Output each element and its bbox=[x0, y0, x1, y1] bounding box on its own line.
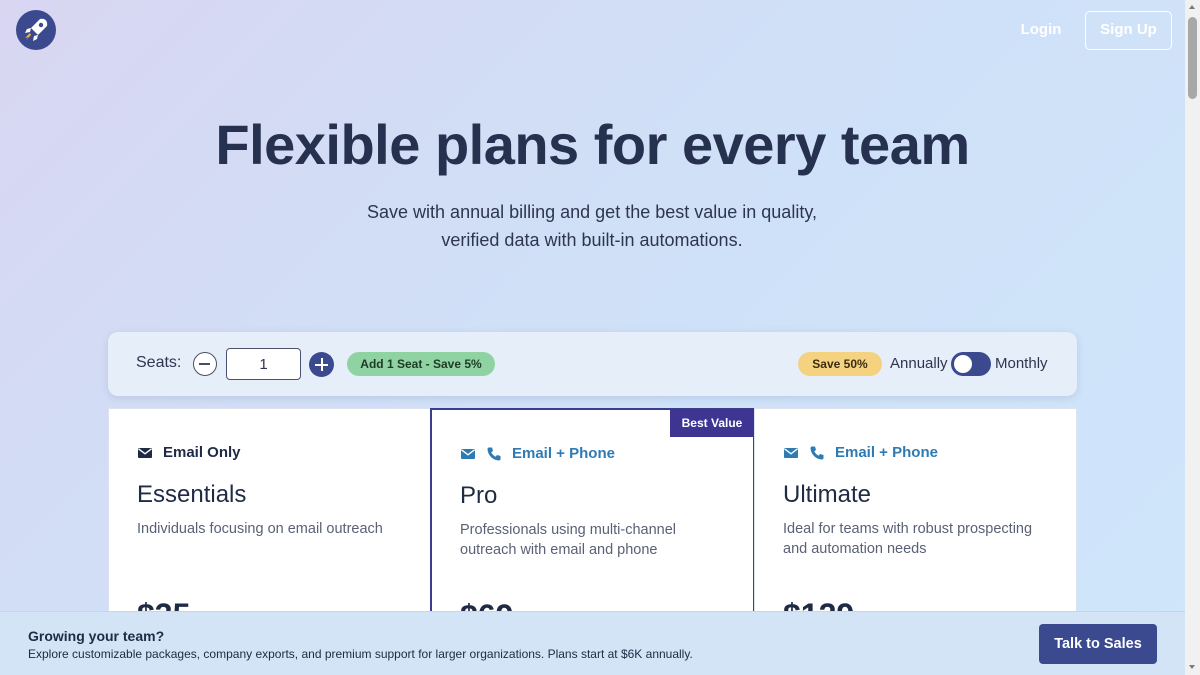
envelope-icon bbox=[784, 447, 798, 458]
save-badge: Save 50% bbox=[798, 352, 882, 376]
add-seat-badge[interactable]: Add 1 Seat - Save 5% bbox=[347, 352, 495, 376]
phone-icon bbox=[810, 446, 824, 459]
pricing-controls-bar: Seats: Add 1 Seat - Save 5% Save 50% Ann… bbox=[108, 332, 1077, 396]
best-value-badge: Best Value bbox=[670, 409, 754, 437]
plan-channel: Email + Phone bbox=[783, 444, 938, 461]
envelope-icon bbox=[138, 447, 152, 458]
plan-name: Ultimate bbox=[783, 481, 872, 508]
phone-icon bbox=[487, 447, 501, 460]
plan-description: Ideal for teams with robust prospecting … bbox=[783, 521, 1033, 557]
subtitle-line-2: verified data with built-in automations. bbox=[441, 230, 743, 250]
plan-channel-label: Email Only bbox=[163, 444, 241, 461]
monthly-label[interactable]: Monthly bbox=[995, 355, 1048, 372]
page-title: Flexible plans for every team bbox=[215, 113, 970, 176]
scroll-down-arrow-icon[interactable] bbox=[1185, 660, 1200, 675]
seats-input[interactable] bbox=[226, 348, 301, 380]
decrease-seats-button[interactable] bbox=[193, 352, 217, 376]
vertical-scrollbar[interactable] bbox=[1185, 0, 1200, 675]
plan-channel-label: Email + Phone bbox=[835, 444, 938, 461]
page-subtitle: Save with annual billing and get the bes… bbox=[342, 198, 842, 254]
pricing-page: Login Sign Up Flexible plans for every t… bbox=[0, 0, 1185, 675]
toggle-knob bbox=[954, 355, 972, 373]
plan-name: Essentials bbox=[137, 481, 247, 508]
plan-channel: Email + Phone bbox=[460, 445, 615, 462]
plan-channel: Email Only bbox=[137, 444, 241, 461]
annually-label[interactable]: Annually bbox=[890, 355, 948, 372]
subtitle-line-1: Save with annual billing and get the bes… bbox=[367, 202, 817, 222]
signup-button[interactable]: Sign Up bbox=[1085, 11, 1172, 50]
rocket-logo-icon[interactable] bbox=[16, 10, 56, 50]
plan-description: Professionals using multi-channel outrea… bbox=[460, 522, 676, 558]
scrollbar-thumb[interactable] bbox=[1188, 17, 1197, 99]
billing-period-toggle[interactable] bbox=[951, 352, 991, 376]
banner-text: Explore customizable packages, company e… bbox=[28, 647, 693, 661]
enterprise-banner: Growing your team? Explore customizable … bbox=[0, 611, 1185, 675]
scroll-up-arrow-icon[interactable] bbox=[1185, 0, 1200, 15]
plan-card-essentials: Email Only Essentials Individuals focusi… bbox=[108, 408, 431, 638]
plan-card-pro: Best Value Email + Phone Pro Professiona… bbox=[430, 408, 755, 638]
increase-seats-button[interactable] bbox=[309, 352, 334, 377]
seats-label: Seats: bbox=[136, 354, 182, 371]
plan-name: Pro bbox=[460, 482, 498, 509]
envelope-icon bbox=[461, 448, 475, 459]
plan-card-ultimate: Email + Phone Ultimate Ideal for teams w… bbox=[754, 408, 1077, 638]
banner-title: Growing your team? bbox=[28, 628, 165, 644]
plan-description: Individuals focusing on email outreach bbox=[137, 521, 383, 537]
plan-channel-label: Email + Phone bbox=[512, 445, 615, 462]
talk-to-sales-button[interactable]: Talk to Sales bbox=[1039, 624, 1157, 664]
login-link[interactable]: Login bbox=[1012, 18, 1070, 42]
